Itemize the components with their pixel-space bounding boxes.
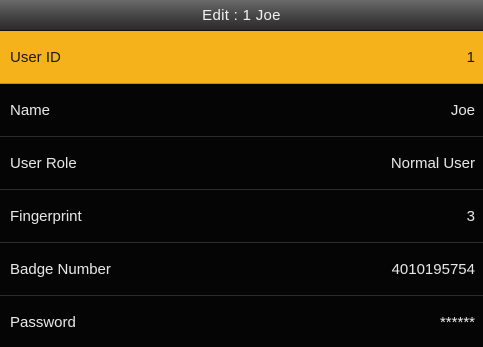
row-label: Password [10, 314, 76, 331]
row-label: Name [10, 101, 51, 119]
row-label: User ID [10, 48, 61, 66]
user-edit-list: User ID 1 Name Joe User Role Normal User… [0, 31, 483, 347]
row-value: 4010195754 [391, 260, 475, 278]
row-value: ****** [439, 314, 475, 331]
row-user-id[interactable]: User ID 1 [0, 31, 483, 84]
page-title: Edit : 1 Joe [202, 6, 281, 24]
row-value: Normal User [390, 154, 475, 172]
row-password[interactable]: Password ****** [0, 296, 483, 347]
row-fingerprint[interactable]: Fingerprint 3 [0, 190, 483, 243]
device-screen: Edit : 1 Joe User ID 1 Name Joe User Rol… [0, 0, 483, 347]
row-value: Joe [450, 101, 475, 119]
row-label: Badge Number [10, 260, 111, 278]
row-badge-number[interactable]: Badge Number 4010195754 [0, 243, 483, 296]
row-name[interactable]: Name Joe [0, 84, 483, 137]
row-label: User Role [10, 154, 77, 172]
row-value: 3 [466, 207, 475, 225]
title-bar: Edit : 1 Joe [0, 0, 483, 31]
row-user-role[interactable]: User Role Normal User [0, 137, 483, 190]
row-value: 1 [466, 48, 475, 66]
row-label: Fingerprint [10, 207, 82, 225]
